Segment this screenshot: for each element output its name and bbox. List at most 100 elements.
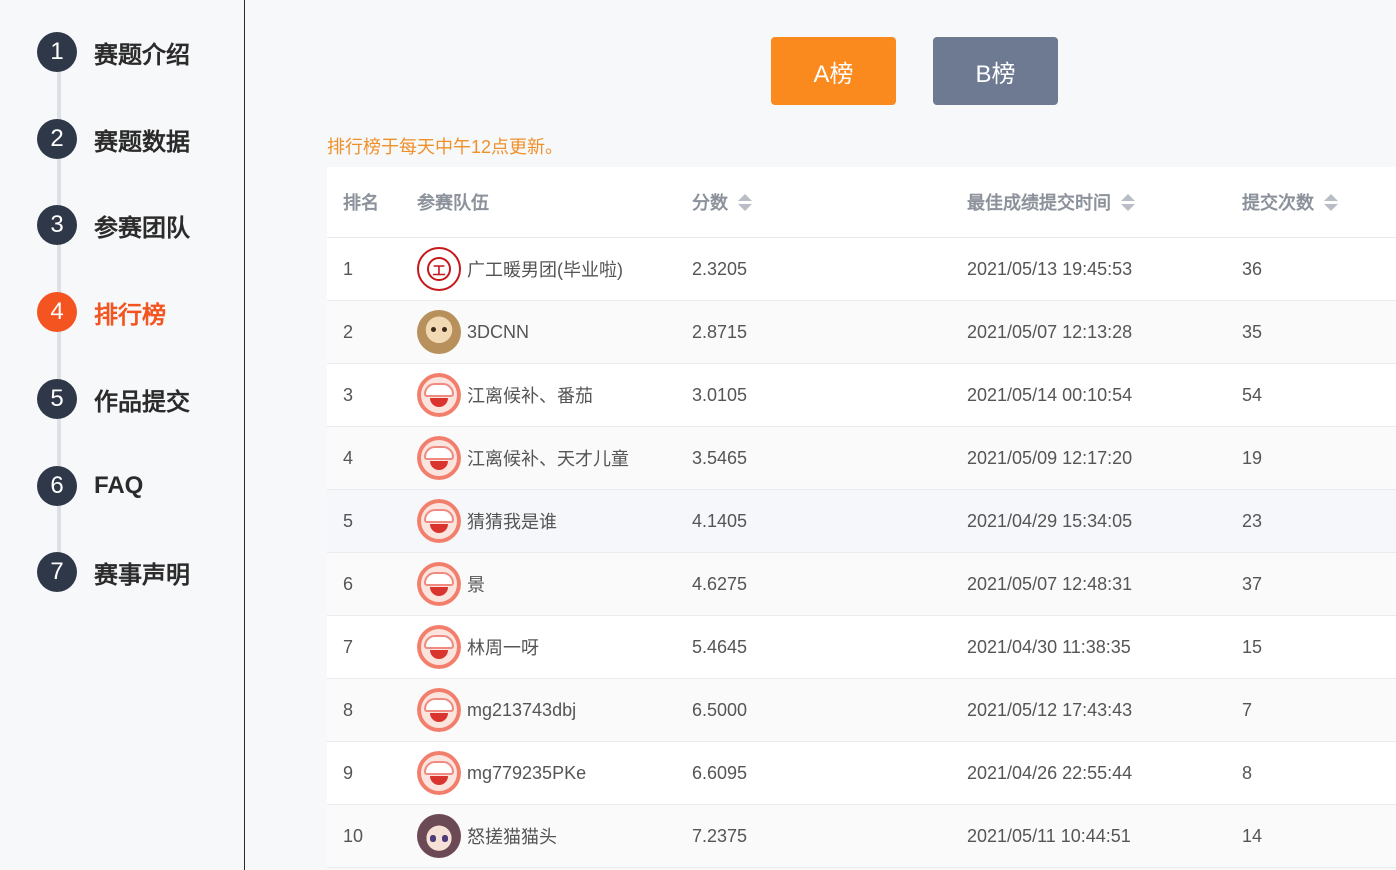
team-name: 江离候补、番茄 [467,386,593,406]
submit-count-cell: 8 [1242,762,1253,783]
score-cell: 3.0105 [692,384,748,405]
submit-time-cell: 2021/04/26 22:55:44 [967,762,1133,783]
rank-cell: 6 [343,573,354,594]
step-label: FAQ [94,472,144,499]
table-row: 6 景 4.6275 2021/05/07 12:48:31 37 [327,553,1396,616]
submit-time-cell: 2021/05/14 00:10:54 [967,384,1133,405]
rank-cell: 3 [343,384,354,405]
score-cell: 2.3205 [692,258,748,279]
table-row: 4 江离候补、天才儿童 3.5465 2021/05/09 12:17:20 19 [327,427,1396,490]
rank-cell: 10 [343,825,364,846]
submit-count-cell: 35 [1242,321,1263,342]
team-name: 景 [467,575,485,595]
cat-avatar-icon [417,310,461,354]
header-score[interactable]: 分数 [692,189,967,215]
default-avatar-icon [417,436,461,480]
submit-count-cell: 54 [1242,384,1263,405]
team-name: 3DCNN [467,321,530,342]
default-avatar-icon [417,625,461,669]
step-number-badge: 1 [37,32,77,72]
table-row: 5 猜猜我是谁 4.1405 2021/04/29 15:34:05 23 [327,490,1396,553]
submit-time-cell: 2021/05/11 10:44:51 [967,825,1131,846]
update-notice: 排行榜于每天中午12点更新。 [327,137,564,157]
rank-cell: 4 [343,447,354,468]
team-name: mg779235PKe [467,762,587,783]
team-cell: mg213743dbj [417,688,692,732]
team-name: 江离候补、天才儿童 [467,449,629,469]
step-number-badge: 4 [37,292,77,332]
leaderboard-panel: A榜 B榜 排行榜于每天中午12点更新。 排名 参赛队伍 分数 最佳成绩提交时间… [246,0,1396,870]
team-name: 怒搓猫猫头 [467,827,557,847]
rank-cell: 7 [343,636,354,657]
header-team-label: 参赛队伍 [417,193,489,213]
rank-cell: 1 [343,258,354,279]
header-count[interactable]: 提交次数 [1242,189,1396,215]
header-count-label: 提交次数 [1242,193,1314,213]
score-cell: 3.5465 [692,447,748,468]
sort-count-icon[interactable] [1324,193,1338,211]
default-avatar-icon [417,499,461,543]
step-item-data[interactable]: 2 赛题数据 [37,118,190,160]
score-cell: 6.6095 [692,762,748,783]
team-name: mg213743dbj [467,699,577,720]
score-cell: 7.2375 [692,825,748,846]
default-avatar-icon [417,751,461,795]
header-rank-label: 排名 [343,193,379,213]
table-row: 9 mg779235PKe 6.6095 2021/04/26 22:55:44 8 [327,742,1396,805]
step-item-leaderboard[interactable]: 4 排行榜 [37,291,166,333]
team-cell: 猜猜我是谁 [417,499,692,543]
step-label: 参赛团队 [94,214,190,242]
team-name: 林周一呀 [467,638,539,658]
step-number-badge: 5 [37,379,77,419]
table-row: 1 工广工暖男团(毕业啦) 2.3205 2021/05/13 19:45:53 36 [327,238,1396,301]
header-rank: 排名 [327,189,417,215]
score-cell: 4.6275 [692,573,748,594]
sort-score-icon[interactable] [738,193,752,211]
team-name: 广工暖男团(毕业啦) [467,260,623,280]
board-b-button[interactable]: B榜 [933,37,1058,105]
header-time[interactable]: 最佳成绩提交时间 [967,189,1242,215]
submit-time-cell: 2021/05/09 12:17:20 [967,447,1133,468]
header-team: 参赛队伍 [417,189,692,215]
submit-count-cell: 7 [1242,699,1253,720]
sort-time-icon[interactable] [1121,193,1135,211]
step-item-faq[interactable]: 6 FAQ [37,465,143,507]
score-cell: 2.8715 [692,321,748,342]
step-label: 赛题数据 [94,128,190,156]
sidebar: 1 赛题介绍 2 赛题数据 3 参赛团队 4 排行榜 5 作品提交 6 FAQ … [0,0,245,870]
team-name: 猜猜我是谁 [467,512,557,532]
submit-time-cell: 2021/05/13 19:45:53 [967,258,1133,279]
table-row: 7 林周一呀 5.4645 2021/04/30 11:38:35 15 [327,616,1396,679]
team-cell: 工广工暖男团(毕业啦) [417,247,692,291]
step-label: 赛题介绍 [94,41,190,69]
submit-time-cell: 2021/05/12 17:43:43 [967,699,1133,720]
anime-avatar-icon [417,814,461,858]
header-score-label: 分数 [692,193,728,213]
team-cell: 江离候补、天才儿童 [417,436,692,480]
step-number-badge: 6 [37,466,77,506]
table-header: 排名 参赛队伍 分数 最佳成绩提交时间 提交次数 [327,167,1396,238]
table-row: 2 3DCNN 2.8715 2021/05/07 12:13:28 35 [327,301,1396,364]
score-cell: 6.5000 [692,699,748,720]
submit-count-cell: 37 [1242,573,1263,594]
submit-count-cell: 15 [1242,636,1263,657]
school-logo-icon: 工 [417,247,461,291]
default-avatar-icon [417,688,461,732]
step-number-badge: 7 [37,552,77,592]
table-row: 8 mg213743dbj 6.5000 2021/05/12 17:43:43 7 [327,679,1396,742]
step-label: 赛事声明 [94,561,190,589]
submit-count-cell: 19 [1242,447,1263,468]
step-item-submit[interactable]: 5 作品提交 [37,378,190,420]
board-a-button[interactable]: A榜 [771,37,896,105]
step-number-badge: 3 [37,205,77,245]
submit-time-cell: 2021/04/29 15:34:05 [967,510,1133,531]
step-item-intro[interactable]: 1 赛题介绍 [37,31,190,73]
team-cell: 3DCNN [417,310,692,354]
header-time-label: 最佳成绩提交时间 [967,193,1111,213]
step-label: 作品提交 [94,388,190,416]
step-item-statement[interactable]: 7 赛事声明 [37,551,190,593]
step-item-teams[interactable]: 3 参赛团队 [37,204,190,246]
submit-time-cell: 2021/05/07 12:13:28 [967,321,1133,342]
rank-cell: 9 [343,762,354,783]
submit-count-cell: 23 [1242,510,1263,531]
